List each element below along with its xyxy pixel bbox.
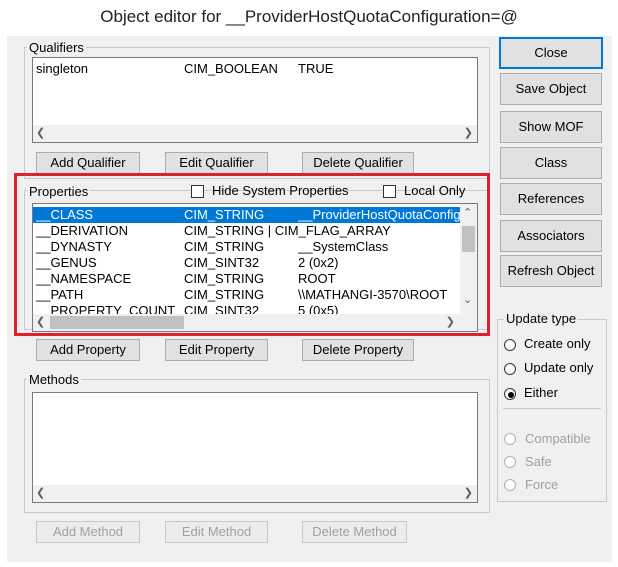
qualifiers-hscrollbar[interactable]: ❮ ❯ — [33, 125, 477, 142]
either-radio[interactable] — [504, 388, 516, 400]
create-only-label: Create only — [524, 336, 591, 351]
property-type-cell: CIM_STRING | CIM_FLAG_ARRAY — [184, 223, 391, 238]
delete-qualifier-button[interactable]: Delete Qualifier — [302, 152, 414, 174]
qualifiers-label: Qualifiers — [27, 40, 86, 55]
add-property-button[interactable]: Add Property — [36, 339, 140, 361]
force-label: Force — [525, 477, 559, 492]
create-only-radio[interactable] — [504, 339, 516, 351]
qualifier-name-cell: singleton — [36, 61, 89, 76]
delete-method-button[interactable]: Delete Method — [302, 521, 407, 543]
scroll-right-icon[interactable]: ❯ — [464, 486, 473, 499]
scroll-left-icon[interactable]: ❮ — [36, 126, 45, 139]
qualifiers-list[interactable]: singleton CIM_BOOLEAN TRUE ❮ ❯ — [32, 57, 478, 143]
references-button[interactable]: References — [500, 183, 602, 215]
compatible-label: Compatible — [525, 431, 591, 446]
methods-hscrollbar[interactable]: ❮ ❯ — [33, 485, 477, 502]
methods-list[interactable]: ❮ ❯ — [32, 392, 478, 503]
associators-button[interactable]: Associators — [500, 220, 602, 252]
qualifier-row[interactable]: singleton CIM_BOOLEAN TRUE — [33, 61, 477, 77]
update-type-label: Update type — [504, 311, 579, 326]
add-qualifier-button[interactable]: Add Qualifier — [36, 152, 140, 174]
compatible-radio[interactable] — [504, 433, 516, 445]
window-title: Object editor for __ProviderHostQuotaCon… — [100, 7, 518, 26]
qualifier-value-cell: TRUE — [298, 61, 334, 76]
delete-property-button[interactable]: Delete Property — [302, 339, 414, 361]
add-method-button[interactable]: Add Method — [36, 521, 140, 543]
class-button[interactable]: Class — [500, 147, 602, 179]
show-mof-button[interactable]: Show MOF — [500, 111, 602, 143]
update-only-label: Update only — [524, 360, 594, 375]
safe-label: Safe — [525, 454, 552, 469]
qualifier-type-cell: CIM_BOOLEAN — [184, 61, 278, 76]
edit-method-button[interactable]: Edit Method — [165, 521, 268, 543]
update-only-radio[interactable] — [504, 363, 516, 375]
scroll-right-icon[interactable]: ❯ — [464, 126, 473, 139]
close-button[interactable]: Close — [499, 37, 603, 69]
force-radio[interactable] — [504, 479, 516, 491]
safe-radio[interactable] — [504, 456, 516, 468]
methods-label: Methods — [27, 372, 81, 387]
update-type-divider — [503, 408, 601, 409]
save-object-button[interactable]: Save Object — [500, 73, 602, 105]
edit-property-button[interactable]: Edit Property — [165, 339, 268, 361]
refresh-object-button[interactable]: Refresh Object — [500, 255, 602, 287]
highlight-rectangle — [14, 173, 490, 336]
edit-qualifier-button[interactable]: Edit Qualifier — [165, 152, 268, 174]
either-label: Either — [524, 385, 558, 400]
scroll-left-icon[interactable]: ❮ — [36, 486, 45, 499]
